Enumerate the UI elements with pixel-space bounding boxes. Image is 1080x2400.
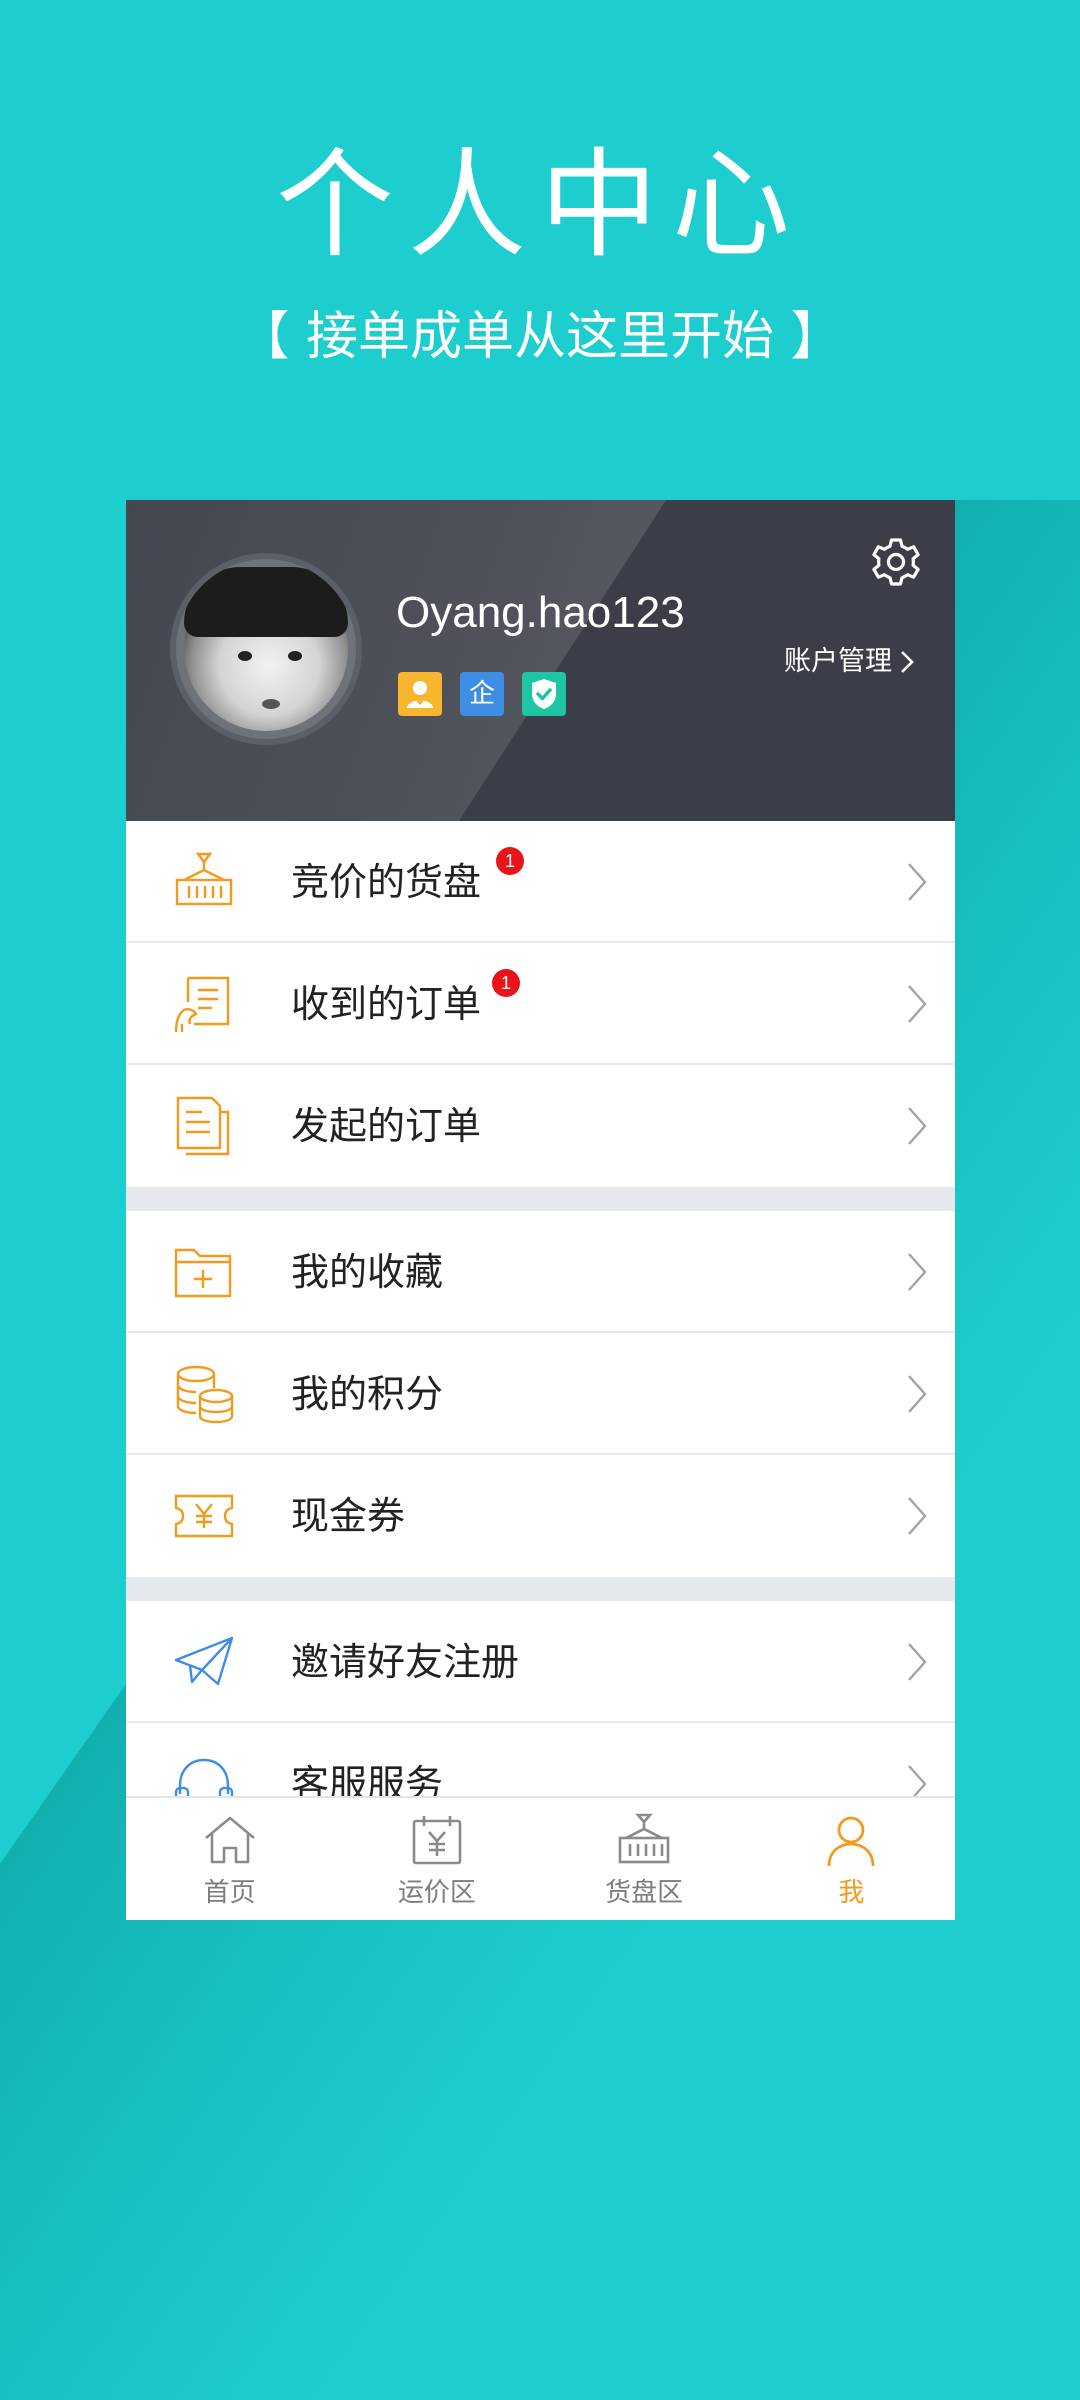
section-divider — [126, 1577, 955, 1601]
avatar-eye — [238, 651, 252, 661]
menu-item-points[interactable]: 我的积分 — [126, 1333, 955, 1455]
cargo-pallet-icon — [172, 850, 236, 914]
chevron-right-icon — [908, 1253, 927, 1291]
cash-voucher-icon — [172, 1484, 236, 1548]
menu-item-label: 我的收藏 — [291, 1250, 444, 1294]
section-divider — [126, 1187, 955, 1211]
tab-freight-price[interactable]: 运价区 — [333, 1798, 540, 1920]
chevron-right-icon — [908, 1375, 927, 1413]
favorites-folder-icon — [172, 1240, 236, 1304]
menu-item-label: 收到的订单 — [291, 982, 482, 1026]
tab-label: 我 — [838, 1878, 865, 1908]
username: Oyang.hao123 — [396, 588, 685, 637]
chevron-right-icon — [901, 651, 914, 673]
promo-title: 个人中心 — [275, 136, 804, 274]
avatar-mouth — [262, 699, 280, 709]
enterprise-badge-icon: 企 — [460, 672, 504, 716]
chevron-right-icon — [908, 1643, 927, 1681]
chevron-right-icon — [908, 863, 927, 901]
account-manage-label: 账户管理 — [784, 646, 892, 677]
chevron-right-icon — [908, 1497, 927, 1535]
account-manage-link[interactable]: 账户管理 — [784, 642, 914, 682]
menu-item-invite-friends[interactable]: 邀请好友注册 — [126, 1601, 955, 1723]
avatar-hair — [184, 567, 348, 637]
tab-cargo-area[interactable]: 货盘区 — [541, 1798, 748, 1920]
menu-item-received-orders[interactable]: 收到的订单 1 — [126, 943, 955, 1065]
avatar-eye — [288, 651, 302, 661]
chevron-right-icon — [908, 985, 927, 1023]
menu-item-label: 发起的订单 — [291, 1104, 482, 1148]
bottom-tab-bar: 首页 运价区 货盘区 我 — [126, 1796, 955, 1920]
cargo-area-icon — [618, 1813, 670, 1864]
received-order-icon — [172, 972, 236, 1036]
badge-row: 企 — [398, 672, 566, 716]
sent-order-icon — [172, 1094, 236, 1158]
menu-item-bidding-cargo[interactable]: 竞价的货盘 1 — [126, 821, 955, 943]
menu-item-label: 邀请好友注册 — [291, 1640, 520, 1684]
menu-item-cash-voucher[interactable]: 现金券 — [126, 1455, 955, 1577]
menu-list: 竞价的货盘 1 收到的订单 1 发起的订单 我的收藏 我的积分 现金券 邀请好友… — [126, 821, 955, 1845]
profile-header: Oyang.hao123 企 账户管理 — [126, 500, 955, 821]
chevron-right-icon — [908, 1107, 927, 1145]
menu-item-sent-orders[interactable]: 发起的订单 — [126, 1065, 955, 1187]
promo-subtitle: 【 接单成单从这里开始 】 — [237, 307, 843, 367]
settings-gear-icon[interactable] — [870, 536, 922, 588]
avatar[interactable] — [170, 553, 362, 745]
menu-item-label: 现金券 — [291, 1494, 406, 1538]
tab-label: 首页 — [203, 1878, 256, 1908]
paper-plane-icon — [172, 1630, 236, 1694]
menu-item-favorites[interactable]: 我的收藏 — [126, 1211, 955, 1333]
coins-icon — [172, 1362, 236, 1426]
freight-price-icon — [412, 1816, 462, 1865]
notification-badge: 1 — [496, 847, 524, 875]
home-icon — [204, 1816, 255, 1864]
menu-item-label: 我的积分 — [291, 1372, 444, 1416]
menu-item-label: 竞价的货盘 — [291, 860, 482, 904]
tab-label: 运价区 — [397, 1878, 476, 1908]
user-icon — [827, 1816, 875, 1867]
tab-me[interactable]: 我 — [748, 1798, 955, 1920]
tab-home[interactable]: 首页 — [126, 1798, 333, 1920]
tab-label: 货盘区 — [605, 1878, 684, 1908]
verified-shield-icon — [522, 672, 566, 716]
person-badge-icon — [398, 672, 442, 716]
phone-screen: Oyang.hao123 企 账户管理 竞价的货盘 1 收到的订单 1 发起的订… — [126, 500, 955, 1920]
notification-badge: 1 — [492, 969, 520, 997]
